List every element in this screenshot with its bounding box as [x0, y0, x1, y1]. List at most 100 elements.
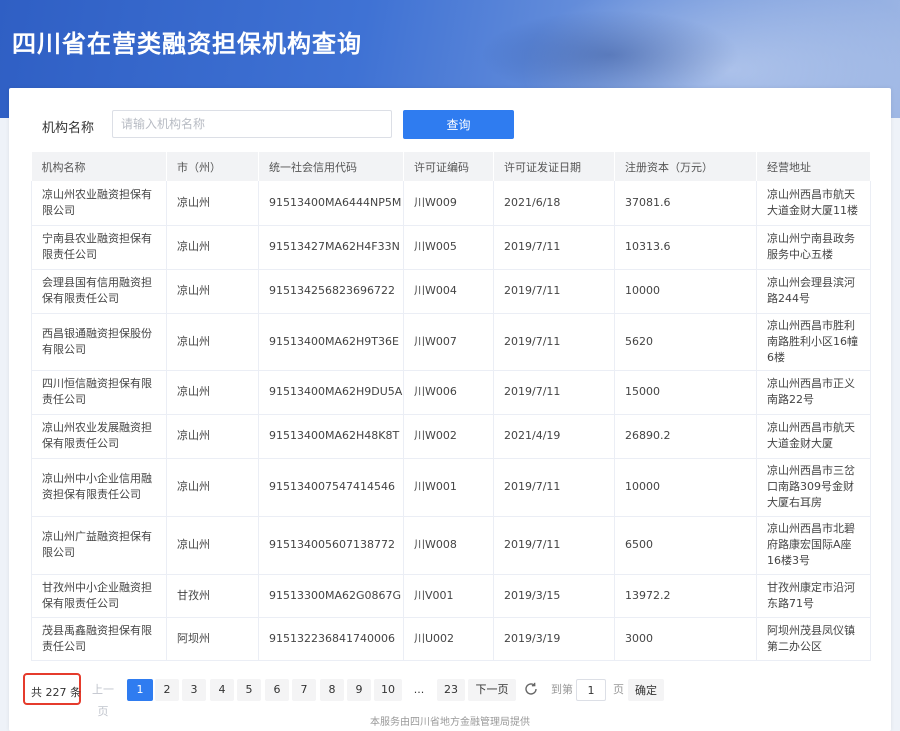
- cell-capital: 10000: [614, 458, 757, 517]
- cell-name: 凉山州农业发展融资担保有限责任公司: [31, 414, 167, 459]
- cell-date: 2021/6/18: [493, 181, 615, 226]
- table-row: 会理县国有信用融资担保有限责任公司 凉山州 915134256823696722…: [31, 269, 871, 314]
- cell-date: 2019/7/11: [493, 516, 615, 575]
- cell-address: 凉山州宁南县政务服务中心五楼: [756, 225, 871, 270]
- cell-license: 川W004: [403, 269, 494, 314]
- cell-city: 凉山州: [166, 458, 259, 517]
- page-button-5[interactable]: 5: [237, 679, 261, 701]
- cell-license: 川W008: [403, 516, 494, 575]
- cell-credit-code: 915134256823696722: [258, 269, 404, 314]
- goto-label: 到第: [551, 683, 573, 696]
- page-button-8[interactable]: 8: [320, 679, 344, 701]
- cell-license: 川V001: [403, 574, 494, 618]
- cell-credit-code: 91513400MA6444NP5M: [258, 181, 404, 226]
- search-button[interactable]: 查询: [403, 110, 514, 139]
- column-header: 机构名称: [31, 152, 167, 181]
- cell-license: 川W007: [403, 313, 494, 371]
- cell-credit-code: 91513400MA62H9DU5A: [258, 370, 404, 415]
- cell-city: 凉山州: [166, 269, 259, 314]
- cell-date: 2019/3/15: [493, 574, 615, 618]
- footer-note: 本服务由四川省地方金融管理局提供: [370, 717, 530, 728]
- table-row: 凉山州农业发展融资担保有限责任公司 凉山州 91513400MA62H48K8T…: [31, 414, 871, 459]
- cell-capital: 5620: [614, 313, 757, 371]
- table-row: 茂县禹鑫融资担保有限责任公司 阿坝州 915132236841740006 川U…: [31, 617, 871, 661]
- cell-address: 凉山州西昌市航天大道金财大厦: [756, 414, 871, 459]
- page-button-23[interactable]: 23: [437, 679, 465, 701]
- cell-credit-code: 91513427MA62H4F33N: [258, 225, 404, 270]
- page-button-9[interactable]: 9: [347, 679, 371, 701]
- column-header: 许可证发证日期: [493, 152, 615, 181]
- cell-city: 凉山州: [166, 225, 259, 270]
- table-row: 四川恒信融资担保有限责任公司 凉山州 91513400MA62H9DU5A 川W…: [31, 370, 871, 415]
- search-input[interactable]: [112, 110, 392, 138]
- page-button-7[interactable]: 7: [292, 679, 316, 701]
- cell-license: 川W001: [403, 458, 494, 517]
- cell-name: 西昌银通融资担保股份有限公司: [31, 313, 167, 371]
- prev-page-button[interactable]: 上一页: [87, 679, 119, 718]
- cell-name: 甘孜州中小企业融资担保有限责任公司: [31, 574, 167, 618]
- page-button-4[interactable]: 4: [210, 679, 234, 701]
- table-row: 凉山州农业融资担保有限公司 凉山州 91513400MA6444NP5M 川W0…: [31, 181, 871, 226]
- cell-name: 茂县禹鑫融资担保有限责任公司: [31, 617, 167, 661]
- cell-city: 凉山州: [166, 516, 259, 575]
- goto-page-input[interactable]: [576, 679, 606, 701]
- column-header: 经营地址: [756, 152, 871, 181]
- page-button-1[interactable]: 1: [127, 679, 153, 701]
- total-count: 共 227 条: [31, 686, 81, 699]
- cell-capital: 15000: [614, 370, 757, 415]
- column-header: 注册资本（万元）: [614, 152, 757, 181]
- cell-capital: 13972.2: [614, 574, 757, 618]
- cell-capital: 37081.6: [614, 181, 757, 226]
- cell-city: 阿坝州: [166, 617, 259, 661]
- cell-capital: 26890.2: [614, 414, 757, 459]
- cell-address: 凉山州西昌市北碧府路康宏国际A座16楼3号: [756, 516, 871, 575]
- page-title: 四川省在营类融资担保机构查询: [12, 30, 362, 58]
- cell-city: 凉山州: [166, 181, 259, 226]
- cell-license: 川W006: [403, 370, 494, 415]
- cell-capital: 3000: [614, 617, 757, 661]
- table-row: 西昌银通融资担保股份有限公司 凉山州 91513400MA62H9T36E 川W…: [31, 313, 871, 371]
- cell-name: 凉山州广益融资担保有限公司: [31, 516, 167, 575]
- page-unit-label: 页: [613, 683, 624, 696]
- cell-date: 2019/7/11: [493, 269, 615, 314]
- table-row: 宁南县农业融资担保有限责任公司 凉山州 91513427MA62H4F33N 川…: [31, 225, 871, 270]
- cell-license: 川W005: [403, 225, 494, 270]
- cell-license: 川W009: [403, 181, 494, 226]
- cell-credit-code: 915134007547414546: [258, 458, 404, 517]
- table-row: 甘孜州中小企业融资担保有限责任公司 甘孜州 91513300MA62G0867G…: [31, 574, 871, 618]
- results-table: 机构名称 市（州） 统一社会信用代码 许可证编码 许可证发证日期 注册资本（万元…: [31, 152, 871, 661]
- cell-city: 凉山州: [166, 414, 259, 459]
- cell-city: 甘孜州: [166, 574, 259, 618]
- table-header-row: 机构名称 市（州） 统一社会信用代码 许可证编码 许可证发证日期 注册资本（万元…: [31, 152, 871, 181]
- cell-city: 凉山州: [166, 370, 259, 415]
- search-label: 机构名称: [42, 121, 95, 136]
- cell-credit-code: 915132236841740006: [258, 617, 404, 661]
- page-button-10[interactable]: 10: [374, 679, 402, 701]
- column-header: 许可证编码: [403, 152, 494, 181]
- cell-name: 凉山州中小企业信用融资担保有限责任公司: [31, 458, 167, 517]
- cell-address: 凉山州会理县滨河路244号: [756, 269, 871, 314]
- cell-credit-code: 915134005607138772: [258, 516, 404, 575]
- table-row: 凉山州广益融资担保有限公司 凉山州 915134005607138772 川W0…: [31, 516, 871, 575]
- cell-date: 2019/7/11: [493, 370, 615, 415]
- cell-license: 川W002: [403, 414, 494, 459]
- cell-date: 2021/4/19: [493, 414, 615, 459]
- cell-name: 四川恒信融资担保有限责任公司: [31, 370, 167, 415]
- confirm-button[interactable]: 确定: [628, 679, 664, 701]
- cell-address: 凉山州西昌市航天大道金财大厦11楼: [756, 181, 871, 226]
- cell-address: 甘孜州康定市沿河东路71号: [756, 574, 871, 618]
- page-button-2[interactable]: 2: [155, 679, 179, 701]
- cell-address: 凉山州西昌市正义南路22号: [756, 370, 871, 415]
- cell-date: 2019/7/11: [493, 225, 615, 270]
- refresh-icon[interactable]: [523, 681, 539, 697]
- cell-name: 会理县国有信用融资担保有限责任公司: [31, 269, 167, 314]
- page-button-3[interactable]: 3: [182, 679, 206, 701]
- cell-capital: 10000: [614, 269, 757, 314]
- page-button-6[interactable]: 6: [265, 679, 289, 701]
- next-page-button[interactable]: 下一页: [468, 679, 516, 701]
- cell-name: 凉山州农业融资担保有限公司: [31, 181, 167, 226]
- cell-city: 凉山州: [166, 313, 259, 371]
- cell-address: 凉山州西昌市三岔口南路309号金财大厦右耳房: [756, 458, 871, 517]
- cell-capital: 10313.6: [614, 225, 757, 270]
- cell-address: 凉山州西昌市胜利南路胜利小区16幢6楼: [756, 313, 871, 371]
